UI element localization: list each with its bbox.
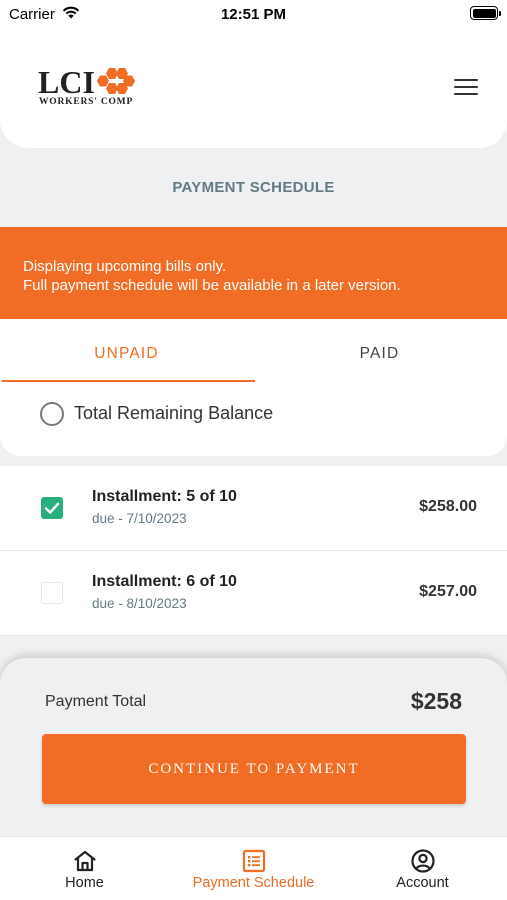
installment-amount: $258.00: [419, 498, 477, 515]
total-remaining-balance-label: Total Remaining Balance: [74, 403, 274, 423]
schedule-icon: [242, 849, 266, 873]
installment-title: Installment: 6 of 10: [92, 573, 237, 590]
payment-total-label: Payment Total: [45, 693, 147, 710]
lci-logo: LCI WORKERS' COMP: [38, 66, 148, 110]
continue-to-payment-button[interactable]: CONTINUE TO PAYMENT: [42, 734, 466, 804]
logo-text: LCI: [38, 64, 95, 100]
home-icon: [74, 850, 96, 872]
installment-due-date: due - 8/10/2023: [92, 596, 187, 611]
nav-payment-schedule[interactable]: Payment Schedule: [169, 837, 338, 900]
tab-paid[interactable]: PAID: [253, 345, 506, 363]
installment-row[interactable]: Installment: 5 of 10 due - 7/10/2023 $25…: [0, 466, 507, 550]
nav-account-label: Account: [396, 875, 449, 891]
hamburger-menu-icon[interactable]: [454, 79, 478, 97]
tabs-card: UNPAID PAID Total Remaining Balance: [0, 319, 507, 456]
check-icon: [44, 502, 60, 514]
installment-amount: $257.00: [419, 583, 477, 600]
installment-title: Installment: 5 of 10: [92, 488, 237, 505]
status-bar: Carrier 12:51 PM: [0, 0, 507, 30]
account-icon: [411, 849, 435, 873]
banner-line-1: Displaying upcoming bills only.: [23, 258, 227, 275]
nav-payment-schedule-label: Payment Schedule: [192, 875, 315, 891]
payment-total-value: $258: [410, 688, 462, 714]
installment-checkbox[interactable]: [41, 582, 63, 604]
header: Carrier 12:51 PM LCI WORKERS' COMP: [0, 0, 507, 148]
nav-account[interactable]: Account: [338, 837, 507, 900]
nav-home[interactable]: Home: [0, 837, 169, 900]
active-tab-indicator: [2, 380, 255, 382]
tab-unpaid[interactable]: UNPAID: [0, 345, 253, 363]
battery-icon: [470, 6, 501, 20]
nav-home-label: Home: [65, 875, 104, 891]
page-title: PAYMENT SCHEDULE: [172, 179, 335, 196]
radio-button[interactable]: [40, 402, 64, 426]
hexagon-logo-icon: [97, 68, 135, 94]
row-divider: [0, 635, 507, 636]
logo-subtext: WORKERS' COMP: [39, 97, 134, 107]
banner-line-2: Full payment schedule will be available …: [23, 277, 401, 294]
installment-due-date: due - 7/10/2023: [92, 511, 187, 526]
clock: 12:51 PM: [220, 6, 287, 23]
installment-row[interactable]: Installment: 6 of 10 due - 8/10/2023 $25…: [0, 551, 507, 635]
payment-summary-panel: Payment Total $258 CONTINUE TO PAYMENT: [0, 658, 507, 838]
installment-checkbox[interactable]: [41, 497, 63, 519]
bottom-navigation: Home Payment Schedule Account: [0, 836, 507, 900]
info-banner: Displaying upcoming bills only. Full pay…: [0, 227, 507, 319]
